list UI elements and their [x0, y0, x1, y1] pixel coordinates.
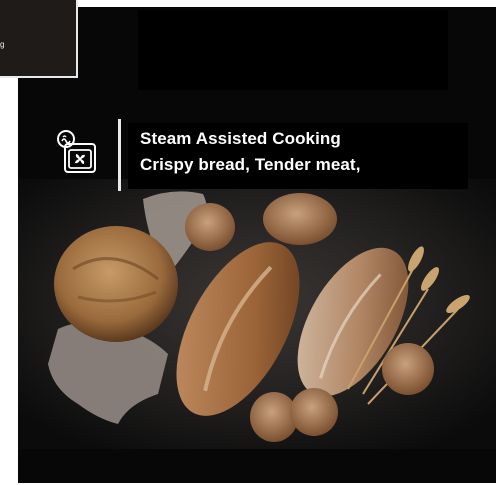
feature-callout: Steam Assisted Cooking Crispy bread, Ten…: [36, 115, 476, 191]
banner-top-block: [138, 10, 448, 90]
edge-popup-panel[interactable]: g: [0, 0, 78, 78]
feature-banner: Steam Assisted Cooking Crispy bread, Ten…: [18, 7, 496, 483]
steam-oven-icon: [56, 129, 98, 175]
page: g Steam Assisted Cooking Crispy bread, T…: [0, 0, 500, 485]
bread-photo: [18, 179, 496, 449]
feature-title: Steam Assisted Cooking: [140, 129, 341, 148]
edge-popup-label[interactable]: g: [0, 40, 4, 49]
callout-divider: [118, 119, 121, 191]
feature-subtitle: Crispy bread, Tender meat,: [140, 155, 361, 174]
